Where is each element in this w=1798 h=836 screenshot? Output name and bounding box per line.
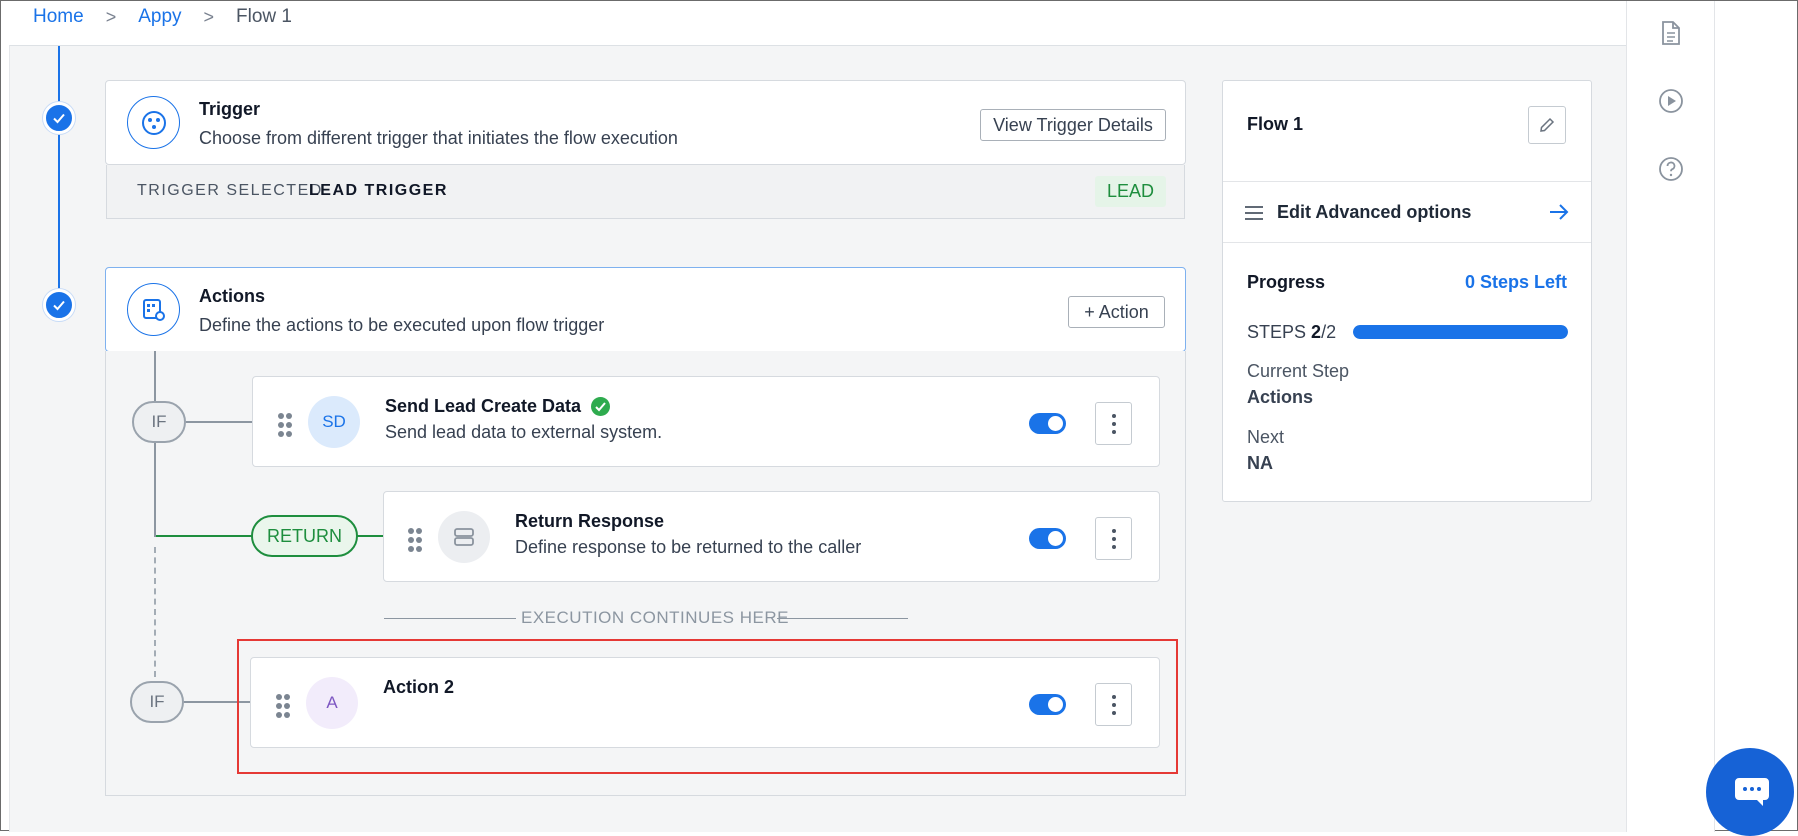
lead-badge: LEAD (1094, 176, 1166, 207)
step-title: Send Lead Create Data (385, 396, 611, 417)
view-trigger-details-button[interactable]: View Trigger Details (980, 109, 1166, 141)
if-condition-badge[interactable]: IF (130, 681, 184, 723)
return-badge[interactable]: RETURN (251, 515, 358, 557)
step-description: Define response to be returned to the ca… (515, 537, 862, 557)
edit-advanced-options-row[interactable]: Edit Advanced options (1223, 181, 1591, 243)
action-step-send-lead[interactable]: SD Send Lead Create Data Send lead data … (252, 376, 1160, 467)
progress-title: Progress (1247, 272, 1326, 292)
divider (777, 618, 908, 619)
trigger-complete-check-icon (43, 102, 75, 134)
return-connector (156, 535, 253, 537)
breadcrumb-home-link[interactable]: Home (33, 6, 84, 28)
add-action-button[interactable]: + Action (1068, 296, 1165, 328)
branch-connector (154, 351, 156, 537)
actions-title: Actions (199, 286, 266, 306)
edit-advanced-options-label: Edit Advanced options (1277, 202, 1472, 222)
divider (384, 618, 516, 619)
right-icon-rail (1626, 1, 1715, 832)
current-step-label: Current Step (1247, 361, 1350, 381)
steps-done: 2 (1311, 322, 1322, 342)
step-enable-toggle[interactable] (1029, 413, 1066, 434)
step-avatar: SD (308, 396, 360, 448)
action-step-return-response[interactable]: Return Response Define response to be re… (383, 491, 1160, 582)
step-enable-toggle[interactable] (1029, 528, 1066, 549)
drag-handle-icon[interactable] (278, 413, 292, 437)
execution-continues-label: EXECUTION CONTINUES HERE (521, 608, 789, 627)
trigger-description: Choose from different trigger that initi… (199, 128, 678, 148)
drag-handle-icon[interactable] (408, 528, 422, 552)
if-condition-badge[interactable]: IF (132, 401, 186, 443)
edit-flow-name-button[interactable] (1528, 106, 1566, 144)
trigger-title: Trigger (199, 99, 261, 119)
chat-icon[interactable] (1706, 748, 1794, 836)
selection-highlight (237, 639, 1178, 774)
trigger-card: Trigger Choose from different trigger th… (105, 80, 1186, 165)
actions-card: Actions Define the actions to be execute… (105, 267, 1186, 352)
step-more-menu-button[interactable] (1095, 402, 1132, 445)
flow-name: Flow 1 (1247, 114, 1304, 134)
branch-connector-dashed (154, 547, 156, 677)
actions-description: Define the actions to be executed upon f… (199, 315, 605, 335)
steps-count: STEPS 2/2 (1247, 322, 1336, 343)
progress-bar (1353, 325, 1568, 339)
pencil-icon (1540, 117, 1555, 132)
actions-complete-check-icon (43, 289, 75, 321)
progress-bar-fill (1353, 325, 1568, 339)
breadcrumb-current: Flow 1 (236, 6, 292, 27)
breadcrumb-separator: > (105, 6, 117, 27)
actions-icon (127, 283, 180, 336)
trigger-selected-value: LEAD TRIGGER (309, 182, 448, 199)
app-window: Home > Appy > Flow 1 Trigger Choose from… (0, 0, 1798, 836)
step-description: Send lead data to external system. (385, 422, 663, 442)
step-more-menu-button[interactable] (1095, 517, 1132, 560)
trigger-selected-bar: TRIGGER SELECTED LEAD TRIGGER LEAD (106, 165, 1185, 219)
return-connector (356, 535, 384, 537)
server-icon (438, 511, 490, 563)
breadcrumb-separator: > (203, 6, 215, 27)
document-icon[interactable] (1657, 19, 1685, 47)
help-circle-icon[interactable] (1657, 155, 1685, 183)
step-title-text: Return Response (515, 511, 665, 531)
steps-label: STEPS (1247, 322, 1307, 342)
trigger-selected-label: TRIGGER SELECTED (137, 182, 323, 199)
trigger-icon (127, 96, 180, 149)
breadcrumb-app-link[interactable]: Appy (138, 6, 181, 28)
steps-left-link[interactable]: 0 Steps Left (1465, 272, 1567, 293)
arrow-right-icon (1550, 204, 1569, 220)
steps-total: /2 (1321, 322, 1337, 342)
timeline-line (58, 46, 60, 306)
flow-summary-panel: Flow 1 Edit Advanced options Progress 0 … (1222, 80, 1592, 502)
breadcrumb: Home > Appy > Flow 1 (33, 5, 292, 29)
step-title-text: Send Lead Create Data (385, 396, 582, 416)
branch-connector (186, 421, 254, 423)
play-circle-icon[interactable] (1657, 87, 1685, 115)
next-step-label: Next (1247, 427, 1285, 447)
next-step-value: NA (1247, 453, 1273, 473)
step-title: Return Response (515, 511, 664, 532)
success-check-icon (591, 397, 611, 416)
menu-icon (1245, 206, 1263, 220)
current-step-value: Actions (1247, 387, 1314, 407)
